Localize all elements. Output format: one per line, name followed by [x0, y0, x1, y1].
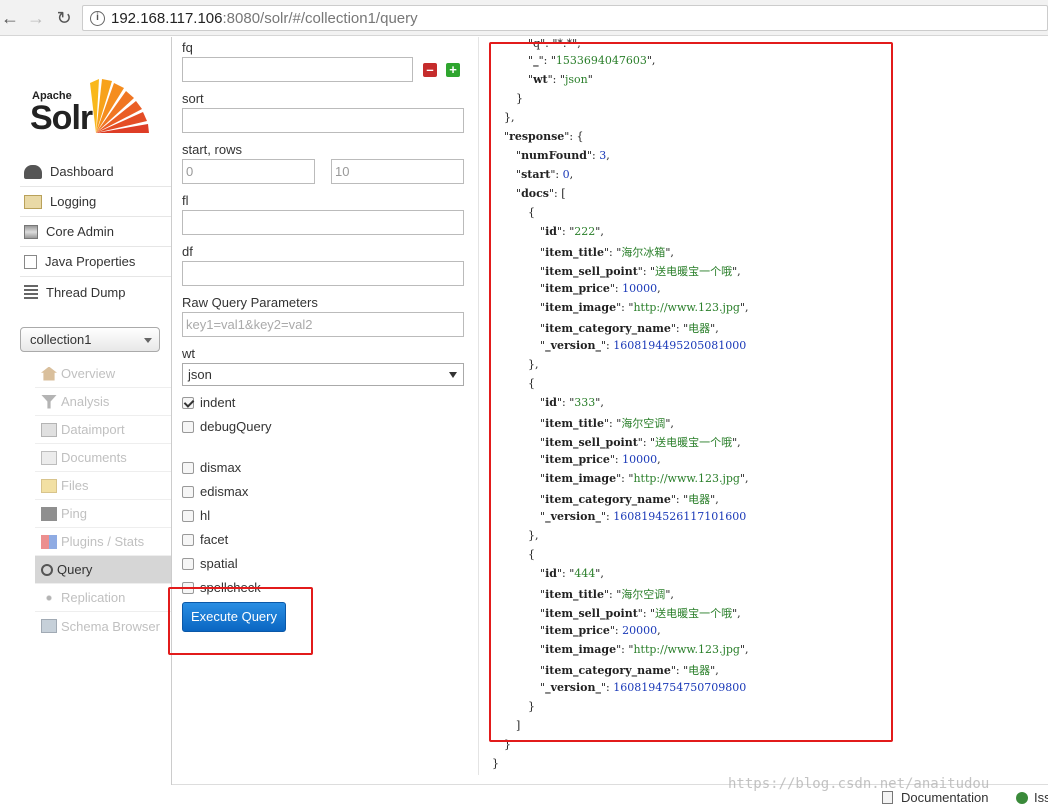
wt-label: wt: [182, 346, 195, 361]
ping-icon: [41, 506, 57, 521]
chevron-down-icon: [144, 338, 152, 343]
info-icon[interactable]: i: [90, 11, 105, 26]
core-nav-plugins-stats[interactable]: Plugins / Stats: [35, 528, 171, 556]
core-admin-icon: [24, 224, 38, 239]
plugins-icon: [41, 534, 57, 549]
sort-input[interactable]: [182, 108, 464, 133]
highlight-box-response: [489, 42, 893, 742]
sidebar: Apache Solr Dashboard Logging Core Admin…: [0, 37, 171, 805]
debug-query-checkbox[interactable]: [182, 420, 194, 433]
core-nav-files[interactable]: Files: [35, 472, 171, 500]
url-text: 192.168.117.106:8080/solr/#/collection1/…: [111, 10, 418, 27]
df-label: df: [182, 244, 193, 259]
issues-link[interactable]: Iss: [1016, 790, 1048, 805]
core-nav-dataimport[interactable]: Dataimport: [35, 416, 171, 444]
debug-query-option[interactable]: debugQuery: [182, 419, 272, 434]
start-rows-label: start, rows: [182, 142, 242, 157]
bug-icon: [1016, 791, 1028, 804]
documents-icon: [41, 450, 57, 465]
logging-icon: [24, 194, 42, 209]
core-nav-query[interactable]: Query: [35, 556, 171, 584]
spatial-option[interactable]: spatial: [182, 556, 238, 571]
address-bar[interactable]: i 192.168.117.106:8080/solr/#/collection…: [82, 5, 1048, 31]
rows-input[interactable]: 10: [331, 159, 464, 184]
edismax-checkbox[interactable]: [182, 485, 194, 498]
schema-icon: [41, 619, 57, 633]
nav-item-core-admin[interactable]: Core Admin: [20, 217, 171, 247]
facet-option[interactable]: facet: [182, 532, 228, 547]
home-icon: [41, 366, 57, 381]
nav-item-logging[interactable]: Logging: [20, 187, 171, 217]
browser-toolbar: ← → ↻ i 192.168.117.106:8080/solr/#/coll…: [0, 0, 1048, 36]
solr-sunburst-icon: [90, 79, 149, 133]
fl-input[interactable]: [182, 210, 464, 235]
start-input[interactable]: 0: [182, 159, 315, 184]
facet-checkbox[interactable]: [182, 533, 194, 546]
indent-checkbox[interactable]: [182, 396, 194, 409]
files-icon: [41, 478, 57, 493]
logo-solr-text: Solr: [30, 99, 93, 137]
sidebar-divider: [171, 37, 172, 785]
wt-select[interactable]: json: [182, 363, 464, 386]
java-properties-icon: [24, 254, 37, 269]
dataimport-icon: [41, 422, 57, 437]
core-nav-replication[interactable]: Replication: [35, 584, 171, 612]
documentation-link[interactable]: Documentation: [882, 790, 988, 805]
core-nav-documents[interactable]: Documents: [35, 444, 171, 472]
hl-checkbox[interactable]: [182, 509, 194, 522]
core-nav-overview[interactable]: Overview: [35, 360, 171, 388]
reload-icon[interactable]: ↻: [54, 8, 74, 28]
sort-label: sort: [182, 91, 204, 106]
fq-input[interactable]: [182, 57, 413, 82]
core-selector[interactable]: collection1: [20, 327, 160, 352]
indent-option[interactable]: indent: [182, 395, 235, 410]
main-nav: Dashboard Logging Core Admin Java Proper…: [20, 157, 171, 307]
funnel-icon: [41, 394, 57, 409]
raw-query-label: Raw Query Parameters: [182, 295, 318, 310]
core-nav-analysis[interactable]: Analysis: [35, 388, 171, 416]
core-nav-schema-browser[interactable]: Schema Browser: [35, 612, 171, 640]
fq-label: fq: [182, 40, 193, 55]
highlight-box-execute: [168, 587, 313, 655]
back-arrow-icon[interactable]: ←: [0, 8, 20, 28]
document-icon: [882, 791, 893, 804]
add-fq-button[interactable]: +: [446, 63, 460, 77]
core-nav-ping[interactable]: Ping: [35, 500, 171, 528]
df-input[interactable]: [182, 261, 464, 286]
fl-label: fl: [182, 193, 189, 208]
dashboard-icon: [24, 164, 42, 179]
solr-logo[interactable]: Apache Solr: [30, 77, 155, 142]
nav-item-dashboard[interactable]: Dashboard: [20, 157, 171, 187]
json-brace: }: [492, 757, 499, 770]
query-icon: [41, 563, 53, 576]
hl-option[interactable]: hl: [182, 508, 210, 523]
replication-icon: [41, 590, 57, 605]
edismax-option[interactable]: edismax: [182, 484, 248, 499]
core-nav: Overview Analysis Dataimport Documents F…: [35, 360, 171, 640]
remove-fq-button[interactable]: –: [423, 63, 437, 77]
dismax-checkbox[interactable]: [182, 461, 194, 474]
nav-item-thread-dump[interactable]: Thread Dump: [20, 277, 171, 307]
dropdown-arrow-icon: [449, 372, 457, 378]
panel-divider: [478, 37, 479, 775]
nav-item-java-properties[interactable]: Java Properties: [20, 247, 171, 277]
thread-dump-icon: [24, 285, 38, 299]
dismax-option[interactable]: dismax: [182, 460, 241, 475]
raw-query-input[interactable]: key1=val1&key2=val2: [182, 312, 464, 337]
spatial-checkbox[interactable]: [182, 557, 194, 570]
forward-arrow-icon[interactable]: →: [26, 8, 46, 28]
